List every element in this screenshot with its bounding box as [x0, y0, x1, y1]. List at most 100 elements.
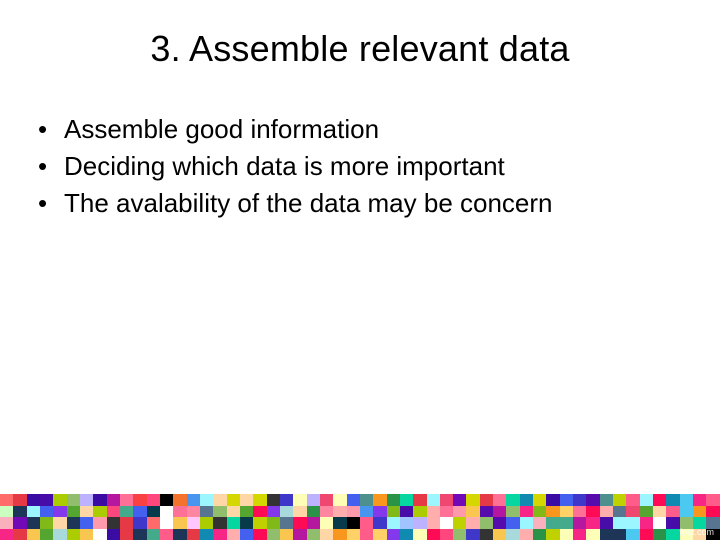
mosaic-cell	[213, 506, 226, 518]
mosaic-cell	[80, 517, 93, 529]
mosaic-cell	[387, 494, 400, 506]
mosaic-cell	[13, 506, 26, 518]
mosaic-cell	[573, 494, 586, 506]
mosaic-cell	[427, 494, 440, 506]
mosaic-cell	[40, 529, 53, 540]
mosaic-cell	[613, 529, 626, 540]
mosaic-cell	[533, 529, 546, 540]
mosaic-footer	[0, 494, 720, 540]
mosaic-cell	[120, 529, 133, 540]
mosaic-cell	[453, 506, 466, 518]
mosaic-cell	[67, 506, 80, 518]
mosaic-cell	[626, 506, 639, 518]
mosaic-cell	[240, 494, 253, 506]
mosaic-cell	[586, 517, 599, 529]
mosaic-cell	[173, 517, 186, 529]
mosaic-cell	[333, 529, 346, 540]
mosaic-cell	[227, 494, 240, 506]
mosaic-cell	[107, 494, 120, 506]
bullet-item: Deciding which data is more important	[38, 149, 690, 184]
mosaic-cell	[373, 517, 386, 529]
mosaic-cell	[600, 529, 613, 540]
mosaic-cell	[227, 529, 240, 540]
mosaic-cell	[307, 529, 320, 540]
mosaic-cell	[160, 529, 173, 540]
mosaic-cell	[200, 529, 213, 540]
mosaic-cell	[560, 529, 573, 540]
mosaic-cell	[626, 529, 639, 540]
mosaic-cell	[480, 506, 493, 518]
mosaic-cell	[253, 494, 266, 506]
mosaic-cell	[187, 517, 200, 529]
mosaic-cell	[400, 494, 413, 506]
mosaic-cell	[387, 517, 400, 529]
mosaic-cell	[453, 494, 466, 506]
mosaic-cell	[187, 506, 200, 518]
mosaic-cell	[387, 506, 400, 518]
mosaic-cell	[506, 506, 519, 518]
mosaic-cell	[360, 506, 373, 518]
mosaic-cell	[147, 494, 160, 506]
mosaic-cell	[27, 529, 40, 540]
mosaic-cell	[693, 494, 706, 506]
mosaic-cell	[653, 517, 666, 529]
mosaic-cell	[280, 529, 293, 540]
mosaic-cell	[200, 517, 213, 529]
mosaic-cell	[360, 529, 373, 540]
mosaic-cell	[506, 517, 519, 529]
mosaic-cell	[227, 506, 240, 518]
mosaic-cell	[413, 517, 426, 529]
mosaic-cell	[653, 506, 666, 518]
mosaic-cell	[320, 506, 333, 518]
mosaic-cell	[13, 529, 26, 540]
mosaic-cell	[173, 529, 186, 540]
mosaic-cell	[13, 494, 26, 506]
mosaic-row	[0, 506, 720, 518]
mosaic-cell	[360, 494, 373, 506]
mosaic-cell	[626, 494, 639, 506]
mosaic-cell	[53, 506, 66, 518]
mosaic-cell	[506, 494, 519, 506]
mosaic-cell	[280, 494, 293, 506]
mosaic-cell	[520, 517, 533, 529]
mosaic-cell	[666, 517, 679, 529]
mosaic-cell	[0, 506, 13, 518]
mosaic-cell	[213, 517, 226, 529]
mosaic-cell	[293, 517, 306, 529]
mosaic-cell	[280, 506, 293, 518]
mosaic-cell	[240, 529, 253, 540]
mosaic-cell	[187, 529, 200, 540]
mosaic-cell	[133, 494, 146, 506]
mosaic-cell	[586, 494, 599, 506]
mosaic-cell	[67, 529, 80, 540]
mosaic-cell	[267, 494, 280, 506]
mosaic-cell	[427, 506, 440, 518]
mosaic-cell	[573, 517, 586, 529]
mosaic-cell	[253, 529, 266, 540]
mosaic-cell	[546, 494, 559, 506]
mosaic-cell	[27, 506, 40, 518]
mosaic-cell	[93, 529, 106, 540]
mosaic-cell	[307, 494, 320, 506]
bullet-item: The avalability of the data may be conce…	[38, 186, 690, 221]
mosaic-cell	[93, 494, 106, 506]
mosaic-cell	[200, 494, 213, 506]
mosaic-cell	[666, 494, 679, 506]
mosaic-cell	[67, 517, 80, 529]
mosaic-cell	[333, 506, 346, 518]
mosaic-cell	[613, 517, 626, 529]
mosaic-cell	[440, 494, 453, 506]
mosaic-cell	[173, 506, 186, 518]
mosaic-cell	[466, 506, 479, 518]
mosaic-cell	[466, 494, 479, 506]
mosaic-cell	[347, 506, 360, 518]
mosaic-cell	[413, 494, 426, 506]
mosaic-row	[0, 517, 720, 529]
mosaic-cell	[173, 494, 186, 506]
mosaic-cell	[213, 529, 226, 540]
slide: 3. Assemble relevant data Assemble good …	[0, 0, 720, 540]
mosaic-cell	[93, 517, 106, 529]
slide-title: 3. Assemble relevant data	[30, 28, 690, 70]
mosaic-cell	[227, 517, 240, 529]
mosaic-cell	[147, 517, 160, 529]
